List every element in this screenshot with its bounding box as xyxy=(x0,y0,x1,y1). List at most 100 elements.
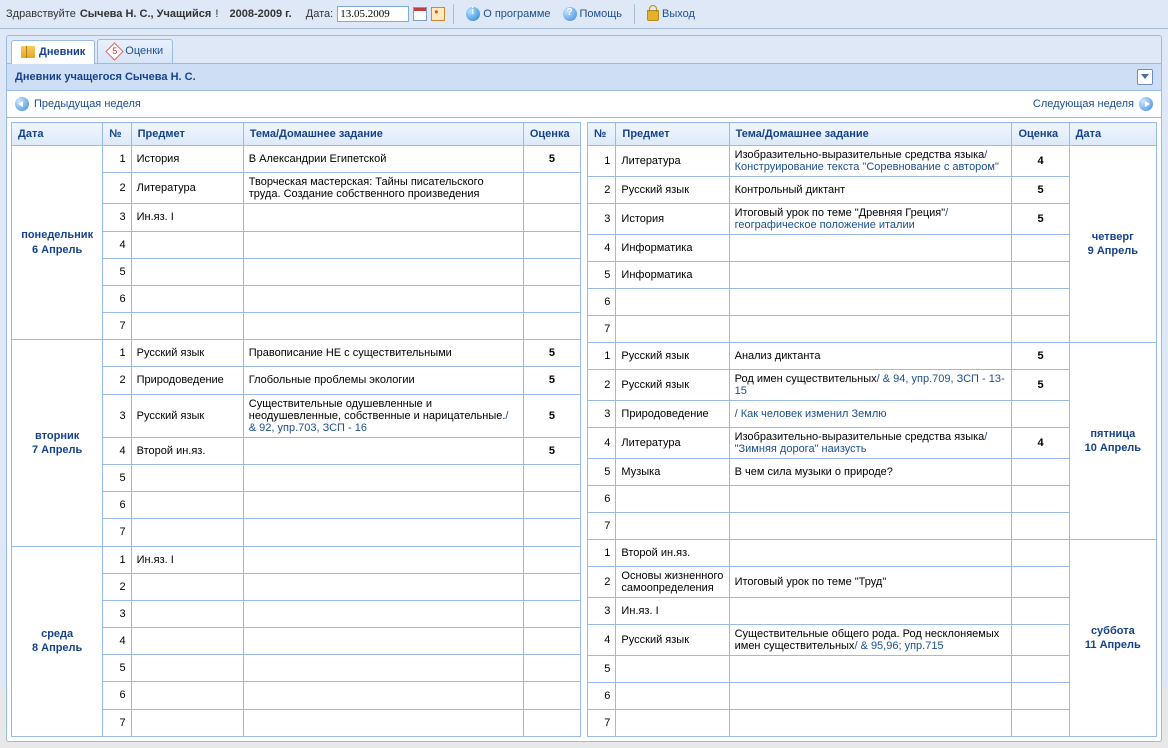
topic-cell xyxy=(243,682,523,709)
subject-cell xyxy=(616,656,729,683)
table-row: 1Второй ин.яз.суббота11 Апрель xyxy=(588,540,1157,567)
topic-cell xyxy=(729,262,1012,289)
grade-cell xyxy=(523,492,580,519)
collapse-icon[interactable] xyxy=(1137,69,1153,85)
subject-cell xyxy=(131,709,243,736)
subject-cell xyxy=(131,519,243,546)
homework-link[interactable]: / Конструирование текста "Соревнование с… xyxy=(735,149,999,173)
table-row: 1Русский языкАнализ диктанта5пятница10 А… xyxy=(588,343,1157,370)
grade-cell xyxy=(523,173,580,204)
grade-cell: 5 xyxy=(523,394,580,437)
lesson-number: 7 xyxy=(103,709,131,736)
lesson-number: 3 xyxy=(588,204,616,235)
topic-cell: Глобольные проблемы экологии xyxy=(243,367,523,394)
grade-cell: 5 xyxy=(523,367,580,394)
homework-link[interactable]: / Как человек изменил Землю xyxy=(735,408,887,420)
table-row: вторник7 Апрель1Русский языкПравописание… xyxy=(12,340,581,367)
subject-cell: Литература xyxy=(616,146,729,177)
topic-cell: Итоговый урок по теме "Труд" xyxy=(729,567,1012,598)
day-cell: суббота11 Апрель xyxy=(1069,540,1156,737)
lesson-number: 6 xyxy=(103,492,131,519)
grade-cell xyxy=(1012,540,1069,567)
topic-cell: В чем сила музыки о природе? xyxy=(729,459,1012,486)
grade-cell xyxy=(1012,625,1069,656)
homework-link[interactable]: / "Зимняя дорога" наизусть xyxy=(735,431,988,455)
homework-link[interactable]: / & 95,96; упр.715 xyxy=(854,640,943,652)
homework-link[interactable]: / & 92, упр.703, ЗСП - 16 xyxy=(249,410,509,434)
lesson-number: 4 xyxy=(103,628,131,655)
grade-cell xyxy=(523,628,580,655)
grade-cell xyxy=(523,204,580,231)
today-icon[interactable] xyxy=(431,7,445,21)
prev-week-button[interactable]: Предыдущая неделя xyxy=(15,97,141,111)
homework-link[interactable]: / & 94, упр.709, ЗСП - 13-15 xyxy=(735,373,1005,397)
tab-grades[interactable]: Оценки xyxy=(97,39,173,63)
subject-cell: История xyxy=(616,204,729,235)
next-week-button[interactable]: Следующая неделя xyxy=(1033,97,1153,111)
topic-cell xyxy=(243,285,523,312)
subject-cell: Ин.яз. I xyxy=(131,204,243,231)
grade-cell xyxy=(1012,598,1069,625)
homework-link[interactable]: / географическое положение италии xyxy=(735,207,949,231)
lesson-number: 1 xyxy=(588,146,616,177)
lesson-number: 4 xyxy=(588,235,616,262)
info-icon xyxy=(466,7,480,21)
lesson-number: 1 xyxy=(103,146,131,173)
topic-cell xyxy=(729,710,1012,737)
about-link[interactable]: О программе xyxy=(462,5,554,23)
subject-cell: Русский язык xyxy=(131,394,243,437)
topic-cell: Творческая мастерская: Тайны писательско… xyxy=(243,173,523,204)
subject-cell xyxy=(131,492,243,519)
toolbar-separator xyxy=(634,4,635,24)
subject-cell: Русский язык xyxy=(616,343,729,370)
grade-cell xyxy=(523,709,580,736)
subject-cell xyxy=(131,655,243,682)
topic-cell xyxy=(729,540,1012,567)
exit-link[interactable]: Выход xyxy=(643,5,699,23)
topic-cell xyxy=(243,628,523,655)
grade-cell xyxy=(523,600,580,627)
col-header-topic: Тема/Домашнее задание xyxy=(729,123,1012,146)
panel-header: Дневник учащегося Сычева Н. С. xyxy=(7,64,1161,91)
topic-cell: Существительные общего рода. Род несклон… xyxy=(729,625,1012,656)
lesson-number: 2 xyxy=(588,177,616,204)
calendar-icon[interactable] xyxy=(413,7,427,21)
subject-cell: Второй ин.яз. xyxy=(131,437,243,464)
grade-cell xyxy=(1012,710,1069,737)
grade-cell xyxy=(1012,235,1069,262)
topic-cell xyxy=(729,235,1012,262)
help-link[interactable]: Помощь xyxy=(559,5,627,23)
main-panel: Дневник Оценки Дневник учащегося Сычева … xyxy=(6,35,1162,742)
lesson-number: 3 xyxy=(103,204,131,231)
col-header-subj: Предмет xyxy=(616,123,729,146)
grade-cell: 5 xyxy=(1012,370,1069,401)
topic-cell: Анализ диктанта xyxy=(729,343,1012,370)
topic-cell xyxy=(243,655,523,682)
topic-cell: Род имен существительных/ & 94, упр.709,… xyxy=(729,370,1012,401)
subject-cell: Литература xyxy=(131,173,243,204)
lesson-number: 4 xyxy=(588,625,616,656)
lesson-number: 3 xyxy=(103,394,131,437)
grade-cell xyxy=(1012,289,1069,316)
subject-cell xyxy=(131,573,243,600)
col-header-subj: Предмет xyxy=(131,123,243,146)
topic-cell xyxy=(729,316,1012,343)
table-row: понедельник6 Апрель1ИсторияВ Александрии… xyxy=(12,146,581,173)
tab-diary[interactable]: Дневник xyxy=(11,40,95,64)
subject-cell xyxy=(131,258,243,285)
lesson-number: 4 xyxy=(103,231,131,258)
topic-cell xyxy=(243,600,523,627)
topic-cell: Изобразительно-выразительные средства яз… xyxy=(729,146,1012,177)
day-cell: вторник7 Апрель xyxy=(12,340,103,546)
date-input[interactable] xyxy=(337,6,409,22)
topic-cell: Контрольный диктант xyxy=(729,177,1012,204)
topic-cell: / Как человек изменил Землю xyxy=(729,401,1012,428)
subject-cell xyxy=(131,600,243,627)
user-name: Сычева Н. С., Учащийся xyxy=(80,8,212,20)
arrow-left-icon xyxy=(15,97,29,111)
about-label: О программе xyxy=(483,8,550,20)
topic-cell xyxy=(729,289,1012,316)
topic-cell xyxy=(243,465,523,492)
topic-cell: Существительные одушевленные и неодушевл… xyxy=(243,394,523,437)
subject-cell: Русский язык xyxy=(616,177,729,204)
